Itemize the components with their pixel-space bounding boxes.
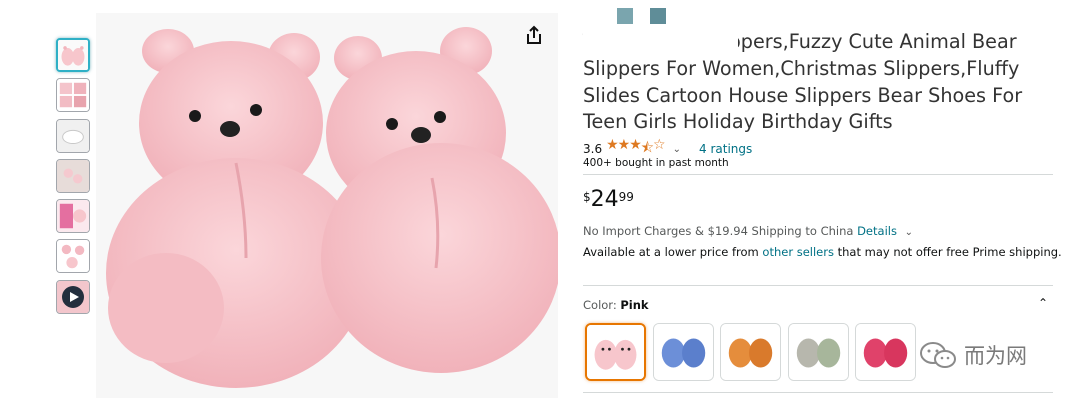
color-selector-label: Color: Pink [583,298,649,312]
color-swatch-orange[interactable] [720,323,781,381]
thumbnail-video[interactable] [56,280,90,314]
watermark-text: 而为网 [964,344,1027,368]
ratings-count-link[interactable]: 4 ratings [699,142,752,156]
available-suffix: that may not offer free Prime shipping. [837,245,1062,259]
top-color-chip-2 [650,8,666,24]
thumbnail-6[interactable] [56,239,90,273]
bought-count: 400+ bought in past month [583,157,729,169]
thumbnail-1[interactable] [56,38,90,72]
main-product-image[interactable] [96,13,558,398]
import-shipping-info: No Import Charges & $19.94 Shipping to C… [583,224,913,238]
wechat-icon [920,342,956,368]
price-fraction: 99 [618,190,634,204]
available-prefix: Available at a lower price from [583,245,759,259]
price: $ 24 99 [583,186,634,214]
color-swatch-blue[interactable] [653,323,714,381]
top-color-chip-1 [617,8,633,24]
color-swatch-pink[interactable] [585,323,646,381]
price-symbol: $ [583,190,591,204]
thumbnail-4[interactable] [56,159,90,193]
chevron-up-icon[interactable]: ⌃ [1038,296,1048,310]
play-icon [62,286,84,308]
title-occlusion [583,30,738,54]
watermark: 而为网 [918,340,1027,370]
price-whole: 24 [590,187,619,212]
thumbnail-2[interactable] [56,78,90,112]
divider [583,285,1053,286]
import-text: No Import Charges & $19.94 Shipping to C… [583,224,854,238]
color-swatch-red[interactable] [855,323,916,381]
share-icon[interactable] [523,24,545,46]
rating-value: 3.6 [583,142,603,156]
thumbnail-3[interactable] [56,119,90,153]
divider [583,174,1053,175]
availability-info: Available at a lower price from other se… [583,245,1062,259]
color-label: Color: [583,298,617,312]
other-sellers-link[interactable]: other sellers [762,245,834,259]
color-selected-value: Pink [620,298,649,312]
chevron-down-icon[interactable]: ⌄ [673,144,681,155]
color-swatch-grey[interactable] [788,323,849,381]
divider [583,392,1053,393]
chevron-down-icon[interactable]: ⌄ [905,227,913,238]
thumbnail-5[interactable] [56,199,90,233]
details-link[interactable]: Details [857,224,897,238]
